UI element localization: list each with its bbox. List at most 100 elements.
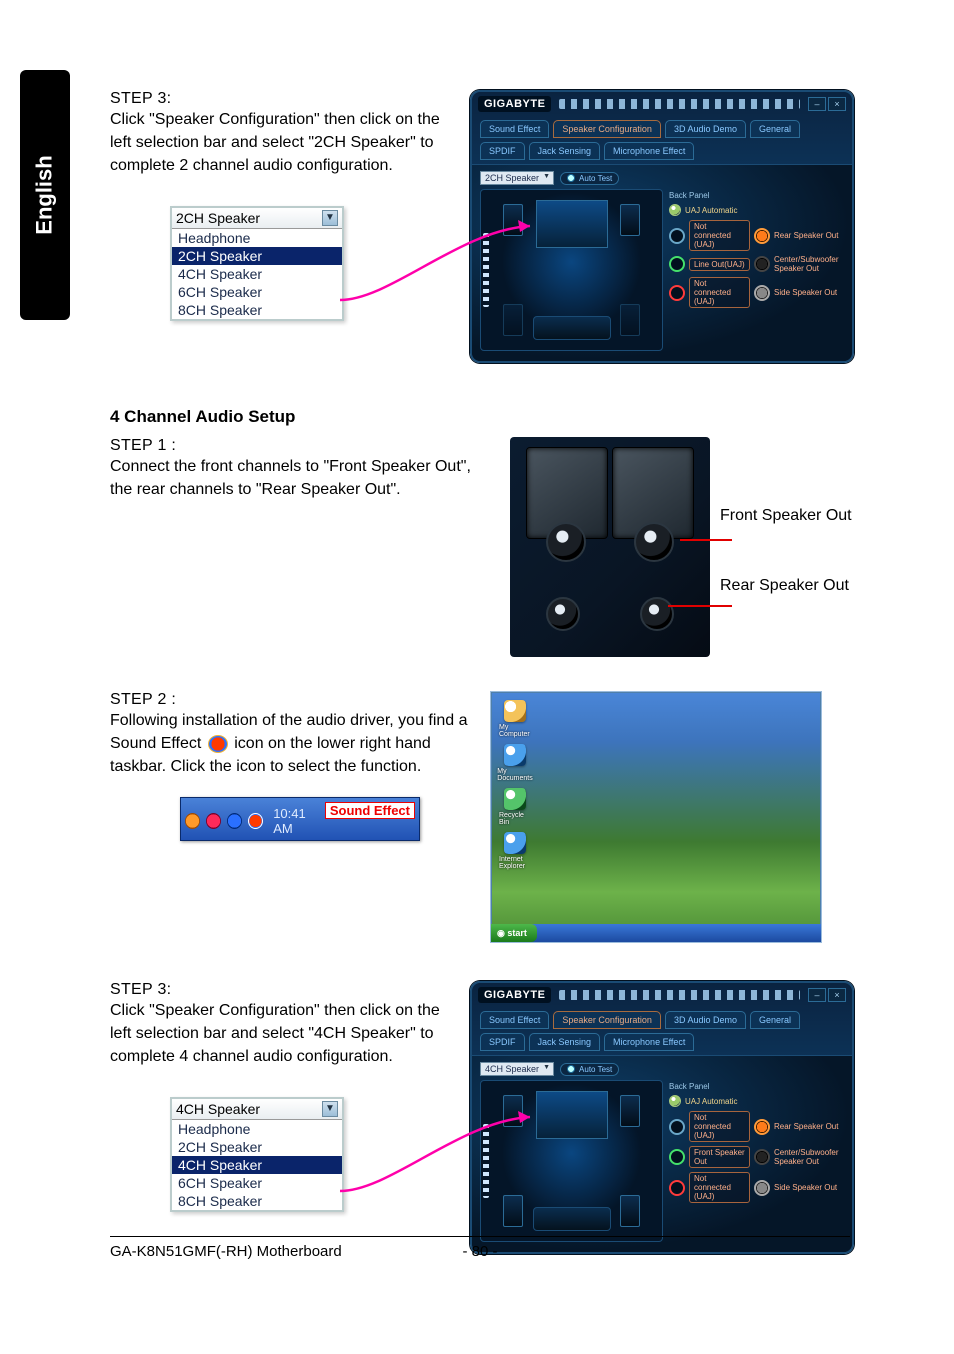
speaker-icon[interactable] — [503, 1195, 523, 1227]
tab-speaker-config[interactable]: Speaker Configuration — [553, 1011, 661, 1029]
app-brand: GIGABYTE — [478, 987, 551, 1003]
chevron-down-icon[interactable]: ▼ — [322, 1101, 338, 1117]
dd-option-4ch[interactable]: 4CH Speaker — [172, 265, 342, 283]
jack-port-icon — [640, 597, 674, 631]
step2-label: STEP 2 : — [110, 691, 470, 709]
room-preview — [480, 1080, 663, 1242]
step3-label: STEP 3: — [110, 90, 450, 108]
tray-icon[interactable] — [227, 813, 242, 829]
desktop-folder-icon[interactable] — [504, 832, 526, 854]
page-footer: GA-K8N51GMF(-RH) Motherboard - 80 - — [110, 1236, 850, 1260]
back-panel-photo — [510, 437, 710, 657]
chevron-down-icon[interactable]: ▼ — [322, 210, 338, 226]
tab-general[interactable]: General — [750, 1011, 800, 1029]
tab-jack-sensing[interactable]: Jack Sensing — [529, 1033, 601, 1051]
tab-3d-demo[interactable]: 3D Audio Demo — [665, 120, 746, 138]
tray-tooltip-label: Sound Effect — [325, 802, 415, 819]
speaker-dropdown-2ch[interactable]: 2CH Speaker ▼ Headphone 2CH Speaker 4CH … — [170, 206, 344, 321]
speaker-icon[interactable] — [503, 1095, 523, 1127]
taskbar[interactable]: ◉ start — [491, 924, 821, 942]
app-speaker-select[interactable]: 2CH Speaker — [480, 171, 554, 185]
dd-option-4ch[interactable]: 4CH Speaker — [172, 1156, 342, 1174]
tab-spdif[interactable]: SPDIF — [480, 1033, 525, 1051]
minimize-button[interactable]: – — [808, 988, 826, 1002]
dd-option-2ch[interactable]: 2CH Speaker — [172, 247, 342, 265]
jack-label: Side Speaker Out — [774, 288, 844, 297]
tab-spdif[interactable]: SPDIF — [480, 142, 525, 160]
tab-general[interactable]: General — [750, 120, 800, 138]
jack-icon[interactable] — [669, 256, 685, 272]
speaker-icon[interactable] — [620, 204, 640, 236]
step3-body: Click "Speaker Configuration" then click… — [110, 108, 450, 178]
language-tab-label: English — [32, 155, 58, 234]
dd-option-6ch[interactable]: 6CH Speaker — [172, 1174, 342, 1192]
tab-sound-effect[interactable]: Sound Effect — [480, 120, 549, 138]
speaker-icon[interactable] — [620, 1095, 640, 1127]
jack-icon[interactable] — [669, 228, 685, 244]
tab-mic-effect[interactable]: Microphone Effect — [604, 142, 694, 160]
language-tab: English — [20, 70, 70, 320]
dd-option-8ch[interactable]: 8CH Speaker — [172, 1192, 342, 1210]
jack-port-icon — [546, 597, 580, 631]
minimize-button[interactable]: – — [808, 97, 826, 111]
tab-sound-effect[interactable]: Sound Effect — [480, 1011, 549, 1029]
desktop-folder-icon[interactable] — [504, 788, 526, 810]
jack-label: Side Speaker Out — [774, 1183, 844, 1192]
jack-state: Not connected (UAJ) — [689, 277, 750, 308]
jack-state: Line Out(UAJ) — [689, 258, 750, 271]
tab-jack-sensing[interactable]: Jack Sensing — [529, 142, 601, 160]
jack-icon[interactable] — [669, 285, 685, 301]
tray-clock: 10:41 AM — [273, 806, 325, 836]
sound-effect-icon — [208, 735, 228, 753]
grip-icon[interactable] — [559, 99, 800, 109]
desktop-folder-icon[interactable] — [504, 700, 526, 722]
speaker-dropdown-4ch[interactable]: 4CH Speaker ▼ Headphone 2CH Speaker 4CH … — [170, 1097, 344, 1212]
jack-label: Rear Speaker Out — [774, 1122, 844, 1131]
uaj-led-icon — [669, 1095, 681, 1107]
dropdown-value: 2CH Speaker — [176, 210, 260, 226]
jack-port-icon — [634, 522, 674, 562]
app-speaker-select[interactable]: 4CH Speaker — [480, 1062, 554, 1076]
taskbar-tray-callout: Sound Effect 10:41 AM — [180, 797, 420, 841]
dropdown-value: 4CH Speaker — [176, 1101, 260, 1117]
jack-label: Rear Speaker Out — [774, 231, 844, 240]
jack-icon[interactable] — [669, 1180, 685, 1196]
audio-config-app: GIGABYTE – × Sound Effect Speaker Config… — [470, 90, 854, 363]
back-panel-title: Back Panel — [669, 1082, 844, 1091]
plug-icon — [754, 1180, 770, 1196]
tray-sound-effect-icon[interactable] — [248, 813, 263, 829]
tab-speaker-config[interactable]: Speaker Configuration — [553, 120, 661, 138]
close-button[interactable]: × — [828, 988, 846, 1002]
speaker-icon[interactable] — [503, 204, 523, 236]
auto-test-button[interactable]: Auto Test — [560, 1063, 619, 1076]
desktop-folder-icon[interactable] — [504, 744, 526, 766]
auto-test-button[interactable]: Auto Test — [560, 172, 619, 185]
jack-state: Not connected (UAJ) — [689, 1172, 750, 1203]
dd-option-headphone[interactable]: Headphone — [172, 1120, 342, 1138]
tab-3d-demo[interactable]: 3D Audio Demo — [665, 1011, 746, 1029]
speaker-icon — [503, 304, 523, 336]
dd-option-6ch[interactable]: 6CH Speaker — [172, 283, 342, 301]
grip-icon[interactable] — [559, 990, 800, 1000]
jack-state: Not connected (UAJ) — [689, 1111, 750, 1142]
speaker-icon[interactable] — [620, 1195, 640, 1227]
step2-body: Following installation of the audio driv… — [110, 709, 470, 779]
close-button[interactable]: × — [828, 97, 846, 111]
start-button[interactable]: ◉ start — [491, 924, 537, 942]
jack-icon[interactable] — [669, 1149, 685, 1165]
audio-config-app: GIGABYTE – × Sound Effect Speaker Config… — [470, 981, 854, 1254]
tab-mic-effect[interactable]: Microphone Effect — [604, 1033, 694, 1051]
photo-label-rear: Rear Speaker Out — [720, 577, 849, 595]
dd-option-headphone[interactable]: Headphone — [172, 229, 342, 247]
app-brand: GIGABYTE — [478, 96, 551, 112]
tray-icon[interactable] — [185, 813, 200, 829]
jack-state: Not connected (UAJ) — [689, 220, 750, 251]
dd-option-2ch[interactable]: 2CH Speaker — [172, 1138, 342, 1156]
plug-icon — [754, 256, 770, 272]
plug-icon — [754, 1119, 770, 1135]
jack-label: Center/Subwoofer Speaker Out — [774, 255, 844, 273]
dd-option-8ch[interactable]: 8CH Speaker — [172, 301, 342, 319]
photo-label-front: Front Speaker Out — [720, 507, 852, 525]
jack-icon[interactable] — [669, 1119, 685, 1135]
tray-icon[interactable] — [206, 813, 221, 829]
